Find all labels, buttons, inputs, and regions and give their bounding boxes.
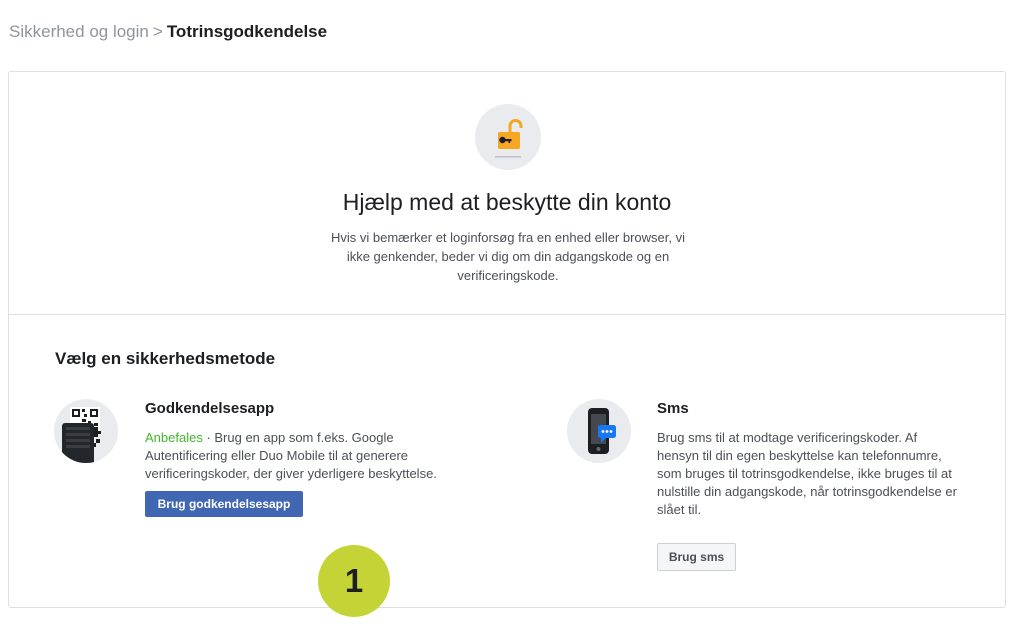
- phone-message-icon: [567, 399, 631, 463]
- auth-app-title: Godkendelsesapp: [145, 400, 275, 417]
- step-number-badge: 1: [318, 545, 390, 617]
- auth-app-description: Anbefales · Brug en app som f.eks. Googl…: [145, 429, 475, 483]
- section-divider: [9, 314, 1005, 315]
- sms-title: Sms: [657, 400, 689, 417]
- breadcrumb: Sikkerhed og login > Totrinsgodkendelse: [9, 22, 327, 42]
- breadcrumb-link-security-login[interactable]: Sikkerhed og login: [9, 22, 149, 41]
- page-description: Hvis vi bemærker et loginforsøg fra en e…: [330, 230, 686, 283]
- breadcrumb-separator: >: [152, 22, 163, 41]
- sms-description: Brug sms til at modtage verificeringskod…: [657, 430, 957, 517]
- section-title: Vælg en sikkerhedsmetode: [55, 349, 276, 368]
- unlocked-padlock-key-icon: [475, 104, 541, 170]
- recommended-badge: Anbefales: [145, 430, 203, 445]
- qr-code-phone-icon: [54, 399, 118, 463]
- use-sms-button[interactable]: Brug sms: [657, 543, 736, 571]
- use-auth-app-button[interactable]: Brug godkendelsesapp: [145, 491, 303, 517]
- breadcrumb-current-page: Totrinsgodkendelse: [166, 22, 328, 41]
- page-title: Hjælp med at beskytte din konto: [342, 189, 672, 215]
- two-factor-card: Hjælp med at beskytte din konto Hvis vi …: [8, 71, 1006, 617]
